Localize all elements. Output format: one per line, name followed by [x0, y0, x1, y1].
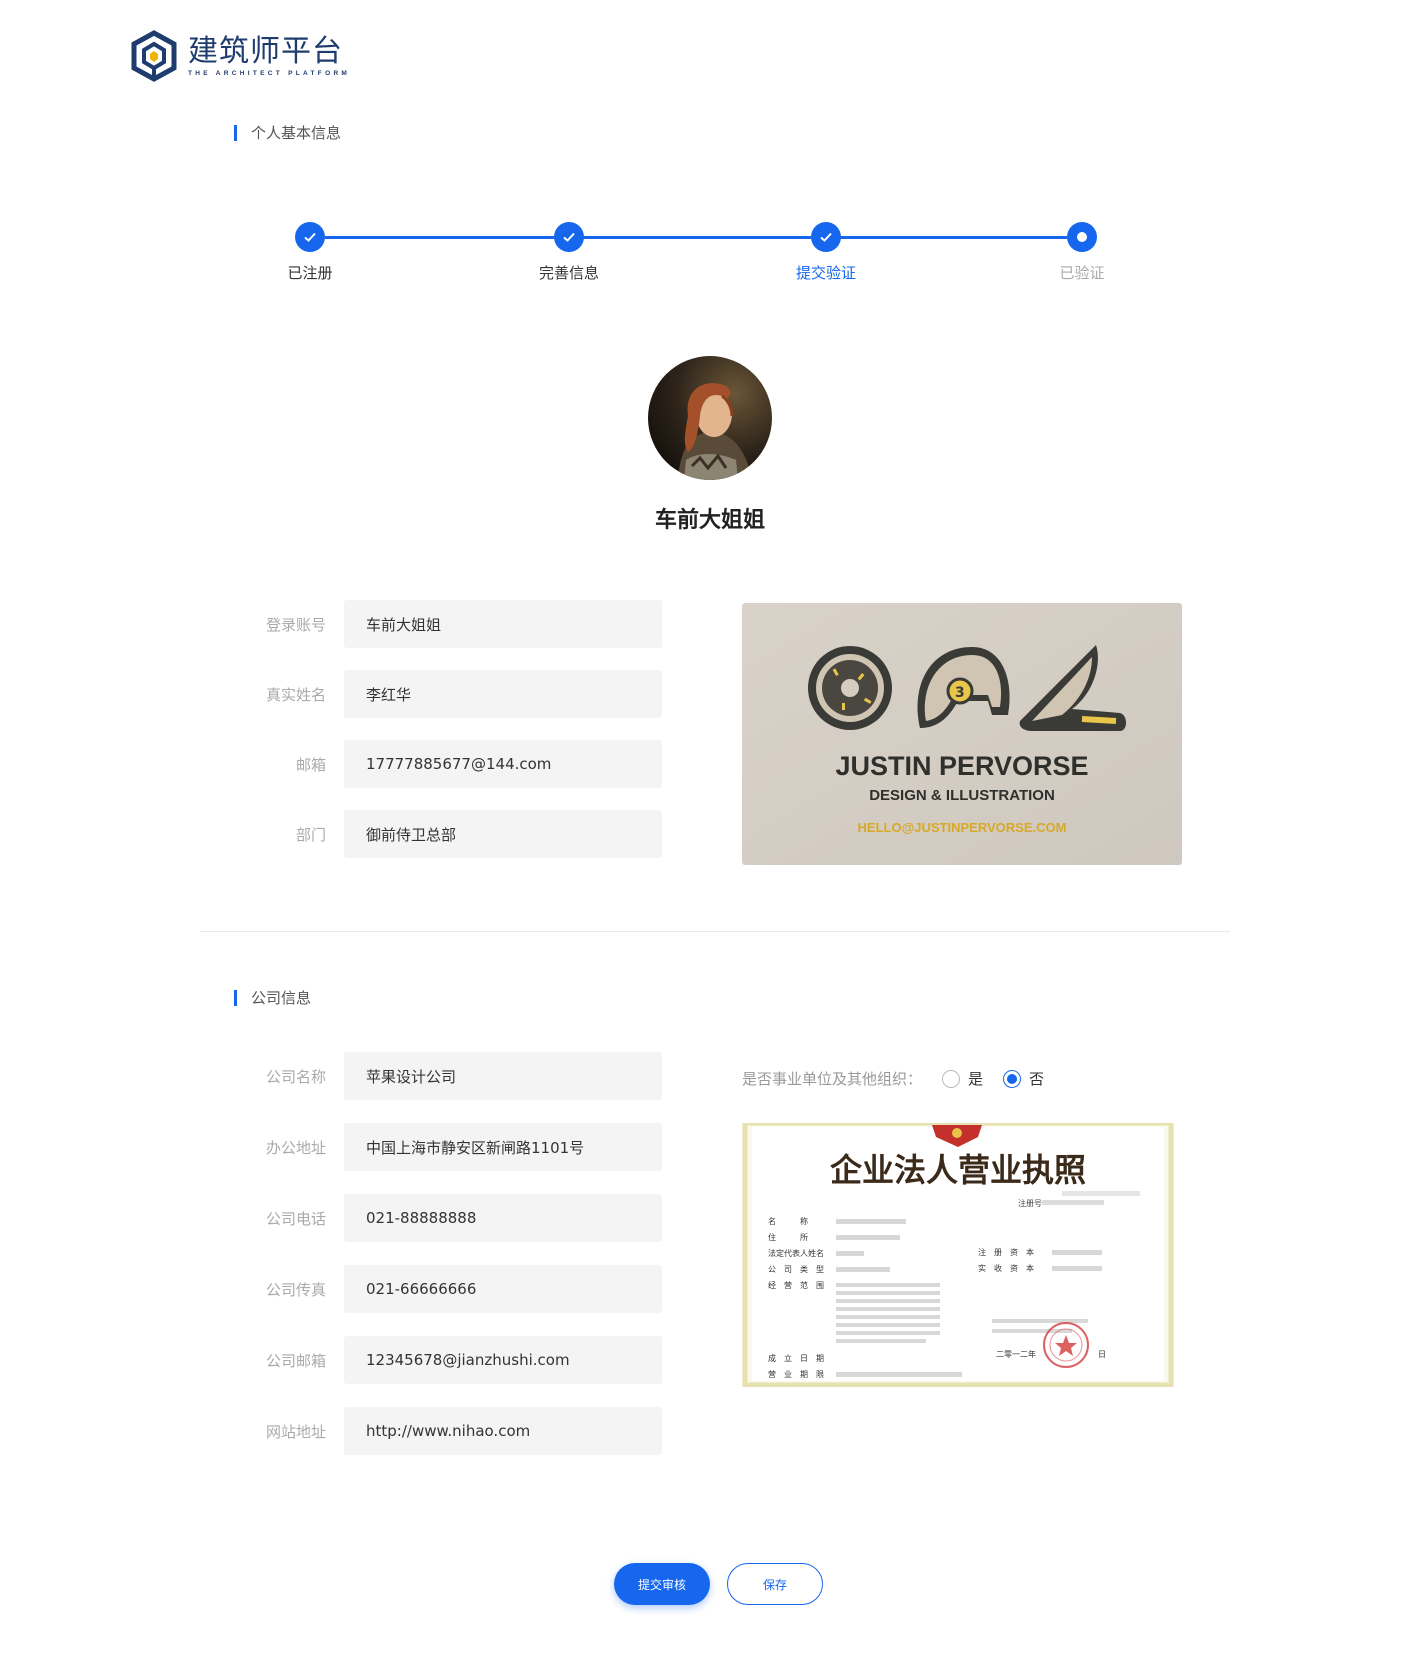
step-connector-line — [310, 236, 1082, 239]
form-row-company-phone: 公司电话 021-88888888 — [250, 1194, 662, 1242]
step-label: 已注册 — [287, 264, 333, 282]
field-label: 邮箱 — [295, 755, 326, 774]
website-field[interactable]: http://www.nihao.com — [344, 1407, 662, 1455]
step-complete-info: 完善信息 — [514, 222, 624, 283]
department-field[interactable]: 御前侍卫总部 — [344, 810, 662, 858]
license-row-label: 住 所 — [768, 1232, 808, 1242]
radio-label: 否 — [1029, 1070, 1045, 1088]
card-tagline-text: DESIGN & ILLUSTRATION — [869, 787, 1055, 804]
radio-no[interactable]: 否 — [1003, 1068, 1044, 1089]
step-label: 已验证 — [1059, 264, 1105, 282]
personal-section-title: 个人基本信息 — [234, 122, 341, 143]
submit-review-button[interactable]: 提交审核 — [614, 1563, 710, 1605]
donut-icon — [808, 646, 892, 730]
license-title: 企业法人营业执照 — [830, 1151, 1086, 1189]
company-fax-field[interactable]: 021-66666666 — [344, 1265, 662, 1313]
license-row-label: 成 立 日 期 — [768, 1353, 824, 1363]
section-divider — [200, 931, 1230, 932]
svg-text:3: 3 — [955, 685, 965, 701]
field-label: 真实姓名 — [265, 685, 326, 704]
company-email-field[interactable]: 12345678@jianzhushi.com — [344, 1336, 662, 1384]
section-title-text: 公司信息 — [251, 989, 312, 1007]
radio-checked-icon[interactable] — [1003, 1069, 1022, 1088]
section-accent-bar — [234, 989, 237, 1006]
step-submit-verify: 提交验证 — [771, 222, 881, 283]
company-phone-field[interactable]: 021-88888888 — [344, 1194, 662, 1242]
radio-label: 是 — [968, 1070, 984, 1088]
email-field[interactable]: 17777885677@144.com — [344, 740, 662, 788]
field-label: 部门 — [295, 825, 326, 844]
current-step-dot-icon — [1067, 222, 1097, 252]
card-name-text: JUSTIN PERVORSE — [835, 751, 1088, 781]
license-reg-label: 注册号 — [1018, 1198, 1042, 1208]
save-button[interactable]: 保存 — [727, 1563, 823, 1605]
office-address-field[interactable]: 中国上海市静安区新闸路1101号 — [344, 1123, 662, 1171]
field-label: 登录账号 — [265, 615, 326, 634]
form-row-department: 部门 御前侍卫总部 — [250, 810, 662, 858]
org-type-question: 是否事业单位及其他组织： 是 否 — [742, 1068, 1044, 1089]
step-label: 完善信息 — [538, 264, 599, 282]
progress-stepper: 已注册 完善信息 提交验证 已验证 — [0, 220, 1420, 290]
step-registered: 已注册 — [255, 222, 365, 283]
license-day-label: 日 — [1098, 1350, 1106, 1359]
form-row-real-name: 真实姓名 李红华 — [250, 670, 662, 718]
card-email-text: HELLO@JUSTINPERVORSE.COM — [858, 820, 1067, 835]
license-row-label: 实 收 资 本 — [978, 1263, 1034, 1273]
profile-name: 车前大姐姐 — [654, 508, 765, 533]
business-license-image[interactable]: 企业法人营业执照 注册号 名 称 住 所 法定代表人姓名 公 司 类 型 经 营… — [742, 1120, 1174, 1388]
platform-logo[interactable]: 建筑师平台 THE ARCHITECT PLATFORM — [128, 30, 350, 82]
form-row-email: 邮箱 17777885677@144.com — [250, 740, 662, 788]
radio-yes[interactable]: 是 — [942, 1068, 983, 1089]
business-card-image[interactable]: 3 JUSTIN PERVORSE DESIGN & ILLUSTRATION … — [742, 603, 1182, 865]
form-row-login-account: 登录账号 车前大姐姐 — [250, 600, 662, 648]
license-row-label: 营 业 期 限 — [768, 1369, 824, 1379]
form-row-company-email: 公司邮箱 12345678@jianzhushi.com — [250, 1336, 662, 1384]
field-label: 公司名称 — [265, 1067, 326, 1086]
license-row-label: 名 称 — [768, 1216, 808, 1226]
license-row-label: 法定代表人姓名 — [768, 1248, 824, 1258]
field-label: 公司传真 — [265, 1280, 326, 1299]
real-name-field[interactable]: 李红华 — [344, 670, 662, 718]
step-verified: 已验证 — [1027, 222, 1137, 283]
license-row-label: 经 营 范 围 — [768, 1280, 824, 1290]
license-issue-date: 二零一二年 — [996, 1349, 1036, 1359]
field-label: 公司邮箱 — [265, 1351, 326, 1370]
org-question-label: 是否事业单位及其他组织： — [742, 1070, 923, 1088]
logo-subtitle: THE ARCHITECT PLATFORM — [188, 69, 351, 77]
form-row-website: 网站地址 http://www.nihao.com — [250, 1407, 662, 1455]
license-row-label: 注 册 资 本 — [978, 1247, 1034, 1257]
login-account-field[interactable]: 车前大姐姐 — [344, 600, 662, 648]
check-icon — [295, 222, 325, 252]
avatar-image — [648, 356, 772, 480]
check-icon — [554, 222, 584, 252]
license-row-label: 公 司 类 型 — [768, 1264, 824, 1274]
section-accent-bar — [234, 124, 237, 141]
company-name-field[interactable]: 苹果设计公司 — [344, 1052, 662, 1100]
field-label: 公司电话 — [265, 1209, 326, 1228]
check-icon — [811, 222, 841, 252]
form-row-company-name: 公司名称 苹果设计公司 — [250, 1052, 662, 1100]
avatar[interactable] — [648, 356, 772, 480]
step-label: 提交验证 — [795, 264, 856, 282]
form-row-office-address: 办公地址 中国上海市静安区新闸路1101号 — [250, 1123, 662, 1171]
company-section-title: 公司信息 — [234, 987, 311, 1008]
field-label: 办公地址 — [265, 1138, 326, 1157]
section-title-text: 个人基本信息 — [251, 124, 342, 142]
logo-title: 建筑师平台 — [188, 33, 343, 69]
form-row-company-fax: 公司传真 021-66666666 — [250, 1265, 662, 1313]
logo-icon — [131, 30, 177, 82]
field-label: 网站地址 — [265, 1422, 326, 1441]
radio-unchecked-icon[interactable] — [942, 1069, 961, 1088]
